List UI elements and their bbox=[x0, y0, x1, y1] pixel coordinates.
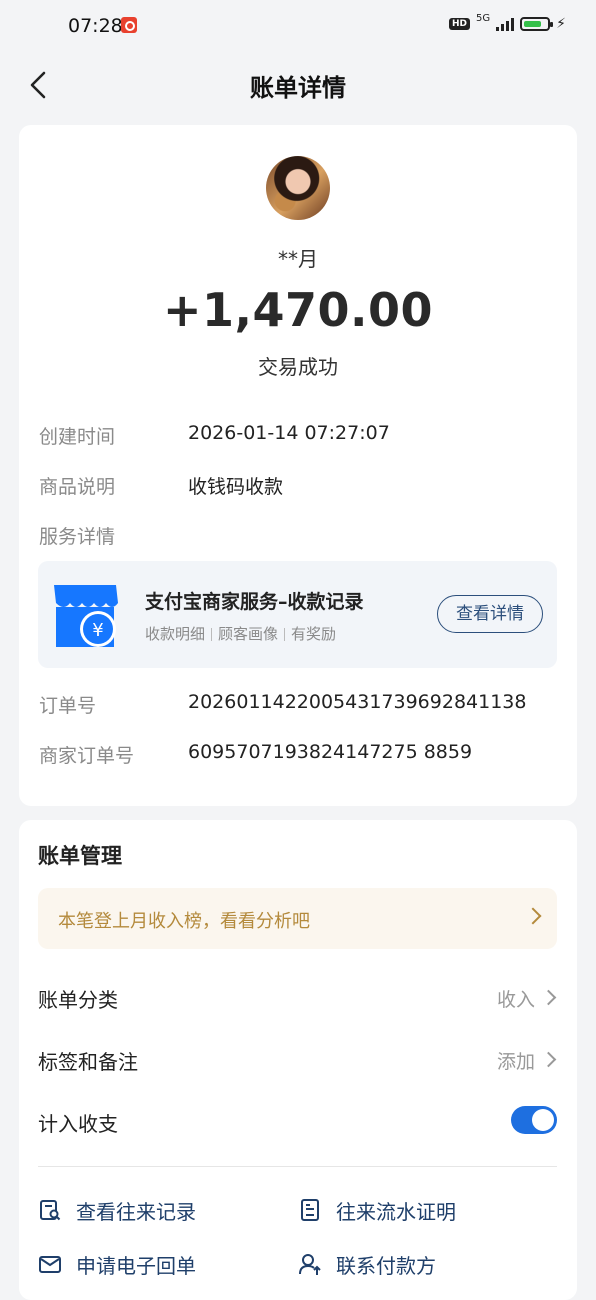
transaction-status: 交易成功 bbox=[258, 355, 338, 379]
action-label: 往来流水证明 bbox=[336, 1199, 456, 1224]
bill-category-row[interactable]: 账单分类 收入 bbox=[38, 974, 557, 1020]
service-tag: 顾客画像 bbox=[218, 625, 279, 643]
count-in-budget-row: 计入收支 bbox=[38, 1098, 557, 1144]
charging-icon: ⚡ bbox=[556, 16, 566, 32]
divider bbox=[38, 1166, 557, 1167]
shop-icon: ¥ bbox=[54, 585, 118, 647]
service-title: 支付宝商家服务–收款记录 bbox=[145, 591, 364, 613]
network-type: 5G bbox=[476, 12, 491, 24]
status-bar: 07:28 HD 5G ⚡ bbox=[0, 0, 596, 54]
service-tag: 有奖励 bbox=[291, 625, 337, 643]
mail-icon bbox=[39, 1256, 61, 1273]
row-label: 计入收支 bbox=[38, 1112, 118, 1136]
signal-icon bbox=[496, 17, 515, 31]
notice-text: 本笔登上月收入榜，看看分析吧 bbox=[58, 911, 310, 932]
status-indicators: HD 5G ⚡ bbox=[449, 12, 566, 32]
order-label: 订单号 bbox=[39, 695, 97, 717]
view-details-button[interactable]: 查看详情 bbox=[437, 595, 543, 633]
battery-icon bbox=[520, 17, 554, 31]
income-rank-notice[interactable]: 本笔登上月收入榜，看看分析吧 bbox=[38, 888, 557, 949]
detail-value: 2026-01-14 07:27:07 bbox=[188, 422, 390, 444]
chevron-right-icon bbox=[540, 1051, 557, 1068]
battery-fill bbox=[524, 21, 542, 27]
app-notification-icon bbox=[121, 17, 137, 33]
contact-user-icon bbox=[299, 1254, 321, 1275]
merchant-order-number[interactable]: 6095707193824147275 8859 bbox=[188, 741, 472, 763]
service-tag: 收款明细 bbox=[145, 625, 206, 643]
detail-label: 服务详情 bbox=[39, 526, 116, 548]
search-record-icon bbox=[40, 1200, 61, 1221]
page-title: 账单详情 bbox=[250, 74, 346, 102]
service-tags: 收款明细 顾客画像 有奖励 bbox=[145, 623, 336, 644]
tags-notes-row[interactable]: 标签和备注 添加 bbox=[38, 1036, 557, 1082]
toggle-knob bbox=[532, 1109, 554, 1131]
chevron-right-icon bbox=[524, 907, 542, 925]
bill-management-card: 账单管理 本笔登上月收入榜，看看分析吧 账单分类 收入 标签和备注 添加 计入收… bbox=[19, 820, 577, 1300]
action-label: 查看往来记录 bbox=[76, 1199, 196, 1224]
order-number[interactable]: 2026011422005431739692841138 bbox=[188, 691, 526, 713]
payer-name: **月 bbox=[278, 247, 318, 271]
contact-payer-button[interactable]: 联系付款方 bbox=[298, 1247, 436, 1281]
row-value: 收入 bbox=[496, 989, 535, 1011]
row-value: 添加 bbox=[496, 1051, 535, 1073]
section-title: 账单管理 bbox=[38, 844, 122, 868]
view-history-button[interactable]: 查看往来记录 bbox=[38, 1193, 196, 1227]
row-label: 标签和备注 bbox=[38, 1050, 138, 1074]
detail-label: 创建时间 bbox=[39, 426, 116, 448]
svg-text:¥: ¥ bbox=[92, 620, 103, 641]
merchant-order-label: 商家订单号 bbox=[39, 745, 135, 767]
action-label: 申请电子回单 bbox=[76, 1253, 196, 1278]
chevron-right-icon bbox=[540, 989, 557, 1006]
merchant-service-box[interactable]: ¥ 支付宝商家服务–收款记录 收款明细 顾客画像 有奖励 查看详情 bbox=[38, 561, 557, 668]
flow-proof-button[interactable]: 往来流水证明 bbox=[298, 1193, 456, 1227]
amount: +1,470.00 bbox=[162, 283, 434, 337]
status-time: 07:28 bbox=[68, 15, 123, 37]
detail-label: 商品说明 bbox=[39, 476, 116, 498]
transaction-card: **月 +1,470.00 交易成功 创建时间 2026-01-14 07:27… bbox=[19, 125, 577, 806]
avatar[interactable] bbox=[266, 156, 330, 220]
action-label: 联系付款方 bbox=[336, 1253, 436, 1278]
row-label: 账单分类 bbox=[38, 988, 118, 1012]
statement-icon bbox=[301, 1199, 319, 1221]
detail-value: 收钱码收款 bbox=[188, 476, 284, 498]
header: 账单详情 bbox=[0, 56, 596, 114]
hd-icon: HD bbox=[449, 18, 471, 30]
e-receipt-button[interactable]: 申请电子回单 bbox=[38, 1247, 196, 1281]
count-in-budget-toggle[interactable] bbox=[511, 1106, 557, 1134]
